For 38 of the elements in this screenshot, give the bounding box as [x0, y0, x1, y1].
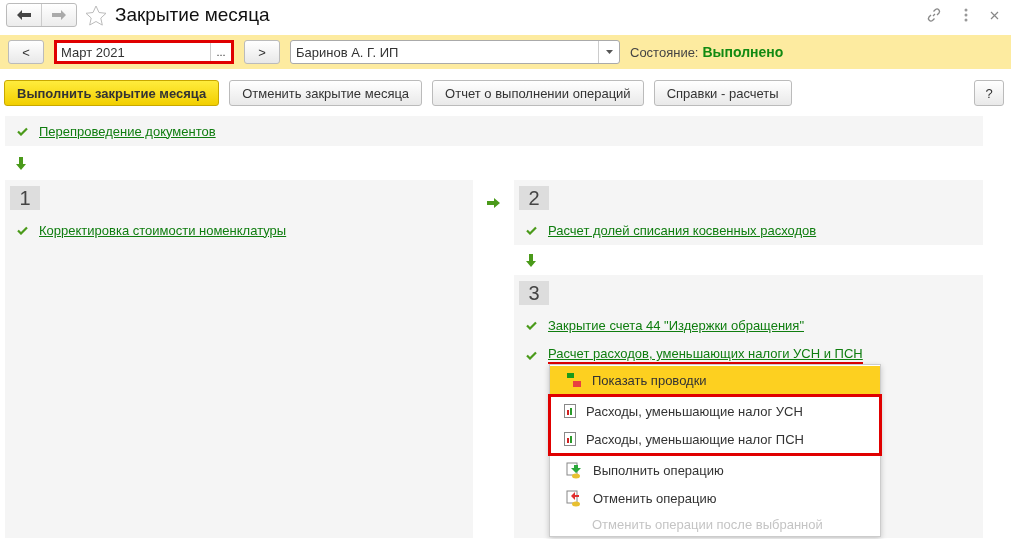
caret-icon	[605, 50, 613, 54]
right-arrow-icon	[487, 198, 500, 208]
next-period-button[interactable]: >	[244, 40, 280, 64]
toolbar-button[interactable]: Отменить закрытие месяца	[229, 80, 423, 106]
operation-link[interactable]: Корректировка стоимости номенклатуры	[39, 222, 287, 238]
close-icon[interactable]	[990, 10, 999, 20]
operation-link[interactable]: Расчет долей списания косвенных расходов	[548, 222, 817, 238]
menu-item[interactable]: Отменить операцию	[550, 484, 880, 512]
stage-number: 2	[519, 186, 549, 210]
toolbar-button[interactable]: Справки - расчеты	[653, 80, 792, 106]
report-icon	[564, 432, 576, 446]
toolbar-button[interactable]: Отчет о выполнении операций	[432, 80, 644, 106]
more-icon[interactable]	[964, 8, 968, 22]
down-arrow-icon	[526, 253, 536, 267]
close-month-button[interactable]: Выполнить закрытие месяца	[4, 80, 220, 106]
report-icon	[564, 404, 576, 418]
previous-period-button[interactable]: <	[8, 40, 44, 64]
status-value: Выполнено	[702, 44, 784, 60]
right-arrow-icon	[52, 10, 66, 20]
left-arrow-icon	[17, 10, 31, 20]
operation-link[interactable]: Закрытие счета 44 "Издержки обращения"	[548, 317, 804, 333]
stage-number: 1	[10, 186, 40, 210]
document-arrow-icon	[566, 489, 583, 507]
link-icon[interactable]	[926, 7, 942, 23]
menu-item[interactable]: Расходы, уменьшающие налог УСН	[548, 394, 882, 425]
star-icon[interactable]	[85, 4, 107, 26]
menu-item[interactable]: Выполнить операцию	[550, 456, 880, 484]
operation-link[interactable]: Перепроведение документов	[39, 123, 216, 139]
document-arrow-icon	[566, 461, 583, 479]
period-field[interactable]: Март 2021 ...	[54, 40, 234, 64]
menu-item[interactable]: Расходы, уменьшающие налог ПСН	[548, 425, 882, 456]
menu-item[interactable]: Показать проводки	[550, 366, 880, 394]
organization-field[interactable]: Баринов А. Г. ИП	[290, 40, 620, 64]
down-arrow-icon	[16, 156, 26, 170]
stage-number: 3	[519, 281, 549, 305]
window-title: Закрытие месяца	[115, 4, 271, 26]
status-label: Состояние:	[630, 44, 699, 60]
help-button[interactable]: ?	[974, 80, 1004, 106]
